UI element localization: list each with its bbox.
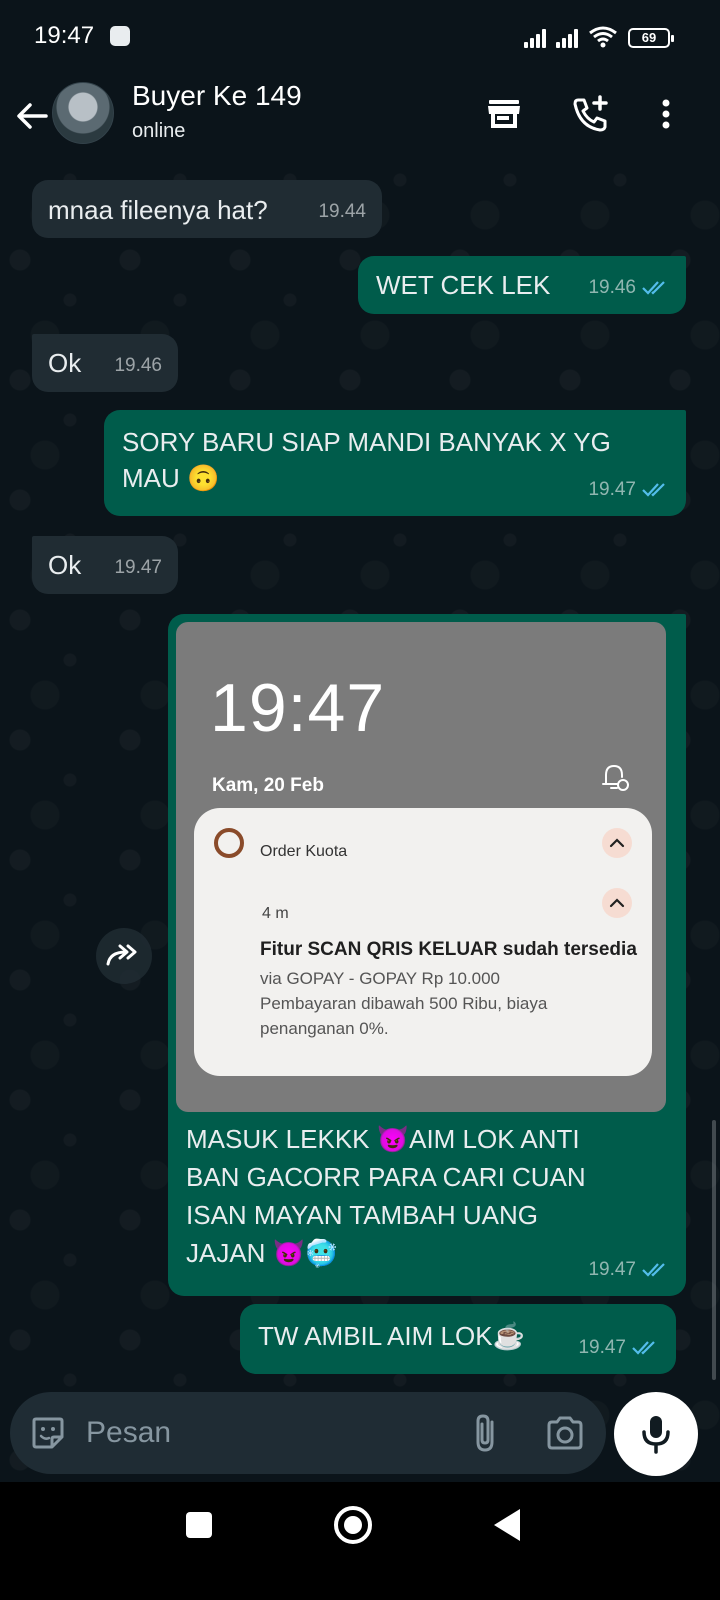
message-time: 19.47 (588, 1259, 636, 1280)
read-ticks-icon (642, 483, 665, 497)
message-text: SORY BARU SIAP MANDI BANYAK X YG MAU 🙃 (122, 427, 611, 493)
lockscreen-time: 19:47 (210, 670, 386, 746)
message-text: mnaa fileenya hat? (48, 195, 268, 225)
back-arrow-icon[interactable] (12, 96, 52, 136)
notification-app-name: Order Kuota (260, 843, 348, 860)
read-ticks-icon (642, 1263, 665, 1277)
status-indicators: 69 (524, 26, 674, 48)
notification-body-text: via GOPAY - GOPAY Rp 10.000 Pembayaran d… (260, 969, 548, 1038)
message-text: TW AMBIL AIM LOK☕ (258, 1321, 525, 1351)
notification-title: Fitur SCAN QRIS KELUAR sudah tersedia (260, 939, 637, 960)
message-text: Ok (48, 550, 82, 580)
app-icon (214, 828, 244, 858)
battery-icon: 69 (628, 28, 674, 48)
message-in[interactable]: Ok 19.46 (32, 334, 178, 392)
sticker-icon[interactable] (28, 1413, 68, 1453)
bell-settings-icon (602, 764, 629, 791)
attach-icon[interactable] (466, 1412, 506, 1454)
image-caption: MASUK LEKKK 😈AIM LOK ANTI BAN GACORR PAR… (186, 1120, 666, 1272)
message-text: Ok (48, 348, 82, 378)
read-ticks-icon (632, 1341, 655, 1355)
system-back-button[interactable] (494, 1509, 520, 1541)
message-text: WET CEK LEK (376, 270, 551, 300)
notification-icon (110, 26, 130, 46)
message-input[interactable] (86, 1408, 446, 1458)
message-time: 19.44 (318, 201, 366, 222)
contact-name[interactable]: Buyer Ke 149 (132, 80, 302, 112)
notification-body: via GOPAY - GOPAY Rp 10.000 Pembayaran d… (260, 966, 640, 1041)
status-time: 19:47 (34, 22, 95, 49)
recent-apps-button[interactable] (186, 1512, 212, 1538)
message-time: 19.46 (114, 355, 162, 376)
message-time: 19.46 (588, 277, 636, 298)
notification-card: Order Kuota 4 m Fitur SCAN QRIS KELUAR s… (194, 808, 652, 1076)
forward-icon (106, 944, 137, 966)
message-in[interactable]: mnaa fileenya hat? 19.44 (32, 180, 382, 238)
message-input-bar (10, 1392, 606, 1474)
message-time: 19.47 (588, 479, 636, 500)
status-bar: 19:47 69 (0, 0, 720, 72)
lockscreen-date: Kam, 20 Feb (212, 775, 324, 796)
message-out[interactable]: TW AMBIL AIM LOK☕ 19.47 (240, 1304, 676, 1374)
voice-message-button[interactable] (614, 1392, 698, 1476)
screenshot-image[interactable]: 19:47 Kam, 20 Feb Order Kuota 4 m Fitur … (176, 622, 666, 1112)
add-call-icon[interactable] (570, 94, 610, 134)
message-in[interactable]: Ok 19.47 (32, 536, 178, 594)
signal-icon-2 (556, 28, 578, 48)
message-out[interactable]: SORY BARU SIAP MANDI BANYAK X YG MAU 🙃 1… (104, 410, 686, 516)
avatar[interactable] (52, 82, 114, 144)
notification-age: 4 m (262, 905, 289, 922)
contact-status: online (132, 120, 186, 142)
chevron-up-icon (602, 828, 632, 858)
message-time: 19.47 (114, 557, 162, 578)
camera-icon[interactable] (544, 1412, 586, 1454)
wifi-icon (589, 26, 617, 48)
more-options-icon[interactable] (646, 94, 686, 134)
message-out[interactable]: WET CEK LEK 19.46 (358, 256, 686, 314)
image-message[interactable]: 19:47 Kam, 20 Feb Order Kuota 4 m Fitur … (168, 614, 686, 1296)
home-button[interactable] (334, 1506, 372, 1544)
message-text: MASUK LEKKK 😈AIM LOK ANTI BAN GACORR PAR… (186, 1124, 586, 1268)
chat-header: Buyer Ke 149 online (0, 72, 720, 164)
system-nav-bar (0, 1482, 720, 1600)
chevron-up-icon (602, 888, 632, 918)
message-time: 19.47 (578, 1337, 626, 1358)
forward-button[interactable] (96, 928, 152, 984)
scrollbar[interactable] (712, 1120, 716, 1380)
shop-icon[interactable] (484, 94, 524, 134)
read-ticks-icon (642, 281, 665, 295)
microphone-icon (642, 1416, 670, 1454)
signal-icon (524, 28, 546, 48)
